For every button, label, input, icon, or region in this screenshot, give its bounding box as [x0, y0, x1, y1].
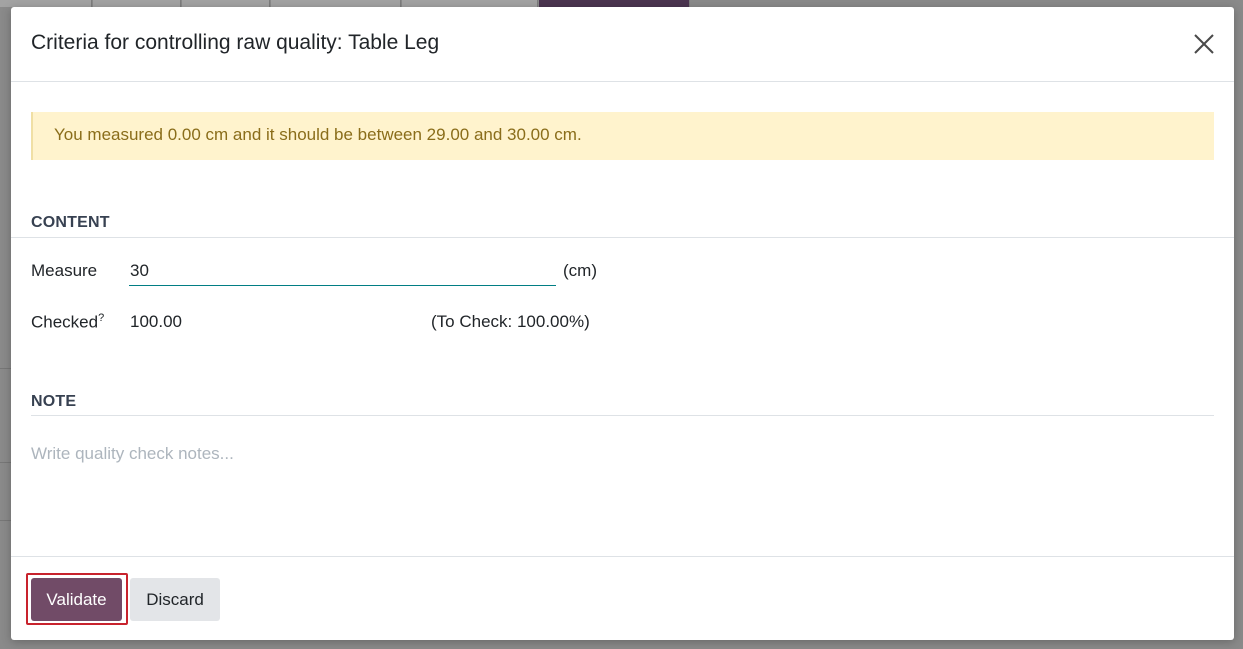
measure-label: Measure [31, 261, 98, 280]
quality-notes-field[interactable]: Write quality check notes... [31, 444, 1214, 484]
background-tab [271, 0, 401, 7]
discard-button[interactable]: Discard [130, 578, 220, 621]
alert-text: You measured 0.00 cm and it should be be… [54, 125, 582, 144]
background-divider [0, 368, 11, 369]
content-section-title: CONTENT [31, 214, 110, 231]
checked-label-text: Checked [31, 312, 99, 332]
background-tab [93, 0, 181, 7]
note-section-title: NOTE [31, 393, 77, 410]
measure-unit: (cm) [563, 261, 597, 280]
note-separator [31, 415, 1214, 416]
to-check-value: (To Check: 100.00%) [431, 312, 590, 331]
close-icon [1194, 34, 1214, 54]
measure-input[interactable] [129, 257, 556, 286]
background-tab [182, 0, 270, 7]
background-divider [0, 462, 11, 463]
checked-label: Checked? [31, 312, 104, 333]
background-divider [0, 520, 11, 521]
checked-value: 100.00 [130, 312, 182, 331]
validate-button[interactable]: Validate [31, 578, 122, 621]
help-tooltip-icon[interactable]: ? [98, 312, 104, 324]
dialog-header: Criteria for controlling raw quality: Ta… [11, 7, 1234, 82]
measurement-warning-alert: You measured 0.00 cm and it should be be… [31, 112, 1214, 160]
dialog-footer: Validate Discard [11, 556, 1234, 640]
background-tab-active [539, 0, 690, 7]
background-tabs [0, 0, 1243, 7]
background-tab [0, 0, 92, 7]
quality-check-dialog: Criteria for controlling raw quality: Ta… [11, 7, 1234, 640]
background-tab [402, 0, 538, 7]
close-button[interactable] [1191, 31, 1217, 57]
notes-placeholder: Write quality check notes... [31, 444, 234, 463]
dialog-title: Criteria for controlling raw quality: Ta… [31, 31, 440, 54]
content-separator [11, 237, 1234, 238]
